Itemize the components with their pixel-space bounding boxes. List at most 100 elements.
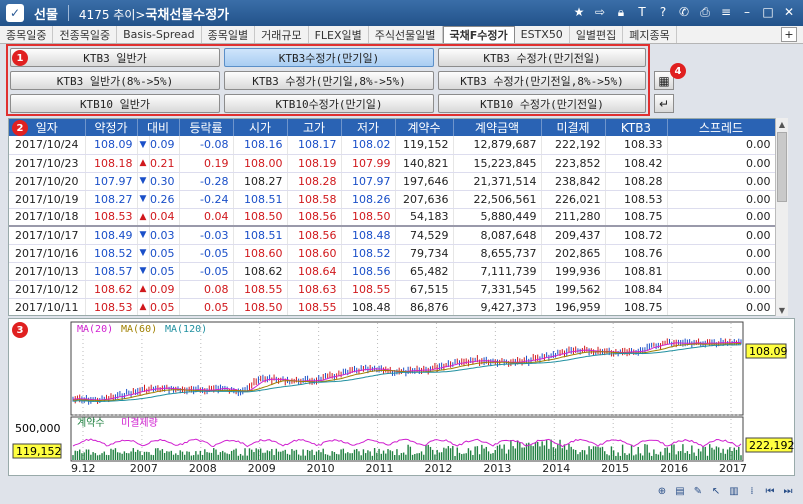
price-type-button[interactable]: KTB3 일반가 [10,48,220,67]
price-type-button[interactable]: KTB10 수정가(만기전일) [438,94,646,113]
tab-item[interactable]: Basis-Spread [117,26,202,43]
first-icon[interactable]: ⏮ [763,484,777,498]
cell-diff: 0.09 [149,280,180,299]
cell-qty: 79,734 [395,244,454,263]
col-header-price[interactable]: 약정가 [85,119,138,136]
price-type-button[interactable]: KTB10수정가(만기일) [224,94,434,113]
price-volume-chart[interactable]: MA(20) MA(60) MA(120) 계약수 미결제량 108.09 50… [9,319,795,475]
cell-diff: 0.04 [149,208,180,227]
star-icon[interactable]: ★ [571,4,587,20]
scroll-up-icon[interactable]: ▲ [776,118,788,130]
comment-icon[interactable]: ✎ [691,484,705,498]
title-bar: ✓ 선물 4175 추이>국채선물수정가 ★ ⇨ 🔒︎ T ? ✆ ⎙ ≡ – … [0,0,803,26]
price-chart-panel[interactable]: MA(20) MA(60) MA(120) 계약수 미결제량 108.09 50… [8,318,795,476]
table-row[interactable]: 2017/10/13 108.57 ▼ 0.05 -0.05 108.62 108.64 10… [9,262,776,281]
scroll-thumb[interactable] [777,132,787,202]
price-type-button[interactable]: KTB3 일반가(8%->5%) [10,71,220,90]
phone-icon[interactable]: ✆ [676,4,692,20]
cell-high: 108.19 [287,154,342,173]
cell-rate: 0.08 [179,280,234,299]
tab-item[interactable]: ESTX50 [515,26,570,43]
price-type-button[interactable]: KTB3 수정가(만기전일) [438,48,646,67]
print-icon[interactable]: ⎙ [697,4,713,20]
cell-date: 2017/10/24 [9,136,86,155]
price-type-button-selected[interactable]: KTB3수정가(만기일) [224,48,434,67]
cell-open: 108.50 [233,298,288,315]
table-row[interactable]: 2017/10/24 108.09 ▼ 0.09 -0.08 108.16 108.17 10… [9,136,776,155]
vertical-line-icon[interactable]: ⁞ [745,484,759,498]
cell-rate: -0.03 [179,226,234,245]
cell-qty: 119,152 [395,136,454,155]
table-row[interactable]: 2017/10/20 107.97 ▼ 0.30 -0.28 108.27 108.28 10… [9,172,776,191]
price-plot-frame [70,321,744,416]
col-header-high[interactable]: 고가 [287,119,342,136]
market-label[interactable]: 선물 [34,4,58,23]
col-header-rate[interactable]: 등락률 [179,119,234,136]
price-type-button[interactable]: KTB3 수정가(만기일,8%->5%) [224,71,434,90]
cell-low: 108.50 [341,208,396,227]
cell-diff: 0.03 [149,226,180,245]
badge-3: 3 [12,322,28,338]
up-arrow-icon: ▲ [137,280,150,299]
table-row[interactable]: 2017/10/11 108.53 ▲ 0.05 0.05 108.50 108.55 108… [9,298,776,315]
tab-item[interactable]: 주식선물일별 [369,26,443,43]
table-row[interactable]: 2017/10/16 108.52 ▼ 0.05 -0.05 108.60 108.60 10… [9,244,776,263]
table-row[interactable]: 2017/10/12 108.62 ▲ 0.09 0.08 108.55 108.63 108… [9,280,776,299]
col-header-amount[interactable]: 계약금액 [453,119,542,136]
app-logo-icon: ✓ [6,4,24,22]
cell-date: 2017/10/20 [9,172,86,191]
table-row[interactable]: 2017/10/23 108.18 ▲ 0.21 0.19 108.00 108.19 107… [9,154,776,173]
tab-item[interactable]: 종목일중 [0,26,54,43]
table-header-row: 일자 약정가 대비 등락률 시가 고가 저가 계약수 계약금액 미결제 KTB3… [9,119,776,136]
col-header-qty[interactable]: 계약수 [395,119,454,136]
table-row[interactable]: 2017/10/18 108.53 ▲ 0.04 0.04 108.50 108.56 108… [9,208,776,227]
cell-spread: 0.00 [667,208,776,227]
col-header-low[interactable]: 저가 [341,119,396,136]
add-tab-button[interactable]: + [781,27,797,42]
cell-open: 108.55 [233,280,288,299]
close-icon[interactable]: ✕ [781,4,797,20]
col-header-diff[interactable]: 대비 [137,119,180,136]
cell-low: 107.97 [341,172,396,191]
col-header-spread[interactable]: 스프레드 [667,119,776,136]
cell-rate: -0.05 [179,262,234,281]
tab-item[interactable]: 전종목일중 [53,26,118,43]
cursor-icon[interactable]: ↖ [709,484,723,498]
enter-button[interactable]: ↵ [654,94,674,113]
minimize-icon[interactable]: – [739,4,755,20]
col-header-open[interactable]: 시가 [233,119,288,136]
cell-open: 108.62 [233,262,288,281]
tab-active[interactable]: 국채F수정가 [442,26,515,43]
split-icon[interactable]: ▥ [727,484,741,498]
last-icon[interactable]: ⏭ [781,484,795,498]
tab-item[interactable]: FLEX일별 [309,26,369,43]
cell-price: 108.53 [85,298,138,315]
tab-item[interactable]: 일별편집 [570,26,624,43]
cell-date: 2017/10/12 [9,280,86,299]
note-icon[interactable]: ▤ [673,484,687,498]
maximize-icon[interactable]: □ [760,4,776,20]
table-row[interactable]: 2017/10/17 108.49 ▼ 0.03 -0.03 108.51 108.56 10… [9,226,776,245]
lock-icon[interactable]: 🔒︎ [613,4,629,20]
price-tag: 108.09 [749,345,788,358]
col-header-open-interest[interactable]: 미결제 [541,119,606,136]
help-icon[interactable]: ? [655,4,671,20]
tab-item[interactable]: 폐지종목 [623,26,677,43]
price-type-button[interactable]: KTB10 일반가 [10,94,220,113]
tab-item[interactable]: 종목일별 [202,26,256,43]
price-history-grid: 일자 약정가 대비 등락률 시가 고가 저가 계약수 계약금액 미결제 KTB3… [8,118,788,316]
text-icon[interactable]: T [634,4,650,20]
table-row[interactable]: 2017/10/19 108.27 ▼ 0.26 -0.24 108.51 108.58 10… [9,190,776,209]
cell-qty: 74,529 [395,226,454,245]
link-icon[interactable]: ⇨ [592,4,608,20]
zoom-in-icon[interactable]: ⊕ [655,484,669,498]
col-header-ktb3[interactable]: KTB3 [605,119,668,136]
tab-item[interactable]: 거래규모 [255,26,309,43]
scroll-down-icon[interactable]: ▼ [776,304,788,316]
cell-high: 108.56 [287,226,342,245]
price-type-button[interactable]: KTB3 수정가(만기전일,8%->5%) [438,71,646,90]
cell-amt: 15,223,845 [453,154,542,173]
menu-icon[interactable]: ≡ [718,4,734,20]
grid-scrollbar[interactable]: ▲ ▼ [775,118,788,316]
cell-ktb: 108.53 [605,190,668,209]
